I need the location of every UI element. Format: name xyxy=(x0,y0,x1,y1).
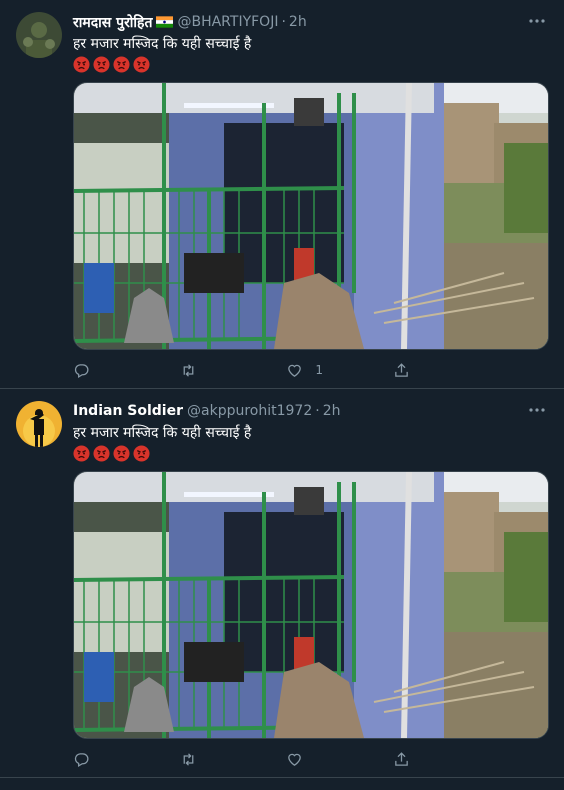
angry-face-icon xyxy=(113,445,130,462)
retweet-button[interactable] xyxy=(180,360,260,380)
reply-icon xyxy=(74,363,89,378)
reply-icon xyxy=(74,752,89,767)
share-button[interactable] xyxy=(393,360,473,380)
like-button[interactable]: 1 xyxy=(286,360,366,380)
timestamp[interactable]: 2h xyxy=(289,14,307,30)
user-handle[interactable]: @akppurohit1972 xyxy=(187,403,312,419)
angry-face-icon xyxy=(73,56,90,73)
tweet[interactable]: रामदास पुरोहित @BHARTIYFOJI · 2h हर मजार… xyxy=(0,0,564,389)
angry-face-icon xyxy=(133,56,150,73)
retweet-icon xyxy=(183,363,194,377)
display-name[interactable]: Indian Soldier xyxy=(73,403,183,419)
angry-face-icon xyxy=(73,445,90,462)
angry-face-icon xyxy=(133,445,150,462)
avatar[interactable] xyxy=(16,12,62,58)
share-icon xyxy=(395,751,408,766)
timestamp[interactable]: 2h xyxy=(323,403,341,419)
more-options-icon[interactable] xyxy=(526,10,548,32)
share-button[interactable] xyxy=(393,749,473,769)
display-name[interactable]: रामदास पुरोहित xyxy=(73,13,152,32)
angry-face-icon xyxy=(113,56,130,73)
tweet-text: हर मजार मस्जिद कि यही सच्चाई है xyxy=(73,425,252,441)
reply-button[interactable] xyxy=(73,360,153,380)
reply-button[interactable] xyxy=(73,749,153,769)
tweet-photo[interactable] xyxy=(73,82,549,350)
tweet-text: हर मजार मस्जिद कि यही सच्चाई है xyxy=(73,36,252,52)
like-count: 1 xyxy=(315,363,323,377)
emoji-row xyxy=(73,445,548,463)
heart-icon xyxy=(288,364,302,377)
india-flag-icon xyxy=(156,16,174,28)
emoji-row xyxy=(73,56,548,74)
retweet-icon xyxy=(183,752,194,766)
separator: · xyxy=(315,403,320,419)
avatar[interactable] xyxy=(16,401,62,447)
user-handle[interactable]: @BHARTIYFOJI xyxy=(177,14,278,30)
retweet-button[interactable] xyxy=(180,749,260,769)
separator: · xyxy=(281,14,286,30)
tweet[interactable]: Indian Soldier @akppurohit1972 · 2h हर म… xyxy=(0,389,564,778)
like-button[interactable] xyxy=(286,749,366,769)
more-options-icon[interactable] xyxy=(526,399,548,421)
tweet-photo[interactable] xyxy=(73,471,549,739)
share-icon xyxy=(395,362,408,377)
angry-face-icon xyxy=(93,56,110,73)
angry-face-icon xyxy=(93,445,110,462)
heart-icon xyxy=(288,753,302,766)
